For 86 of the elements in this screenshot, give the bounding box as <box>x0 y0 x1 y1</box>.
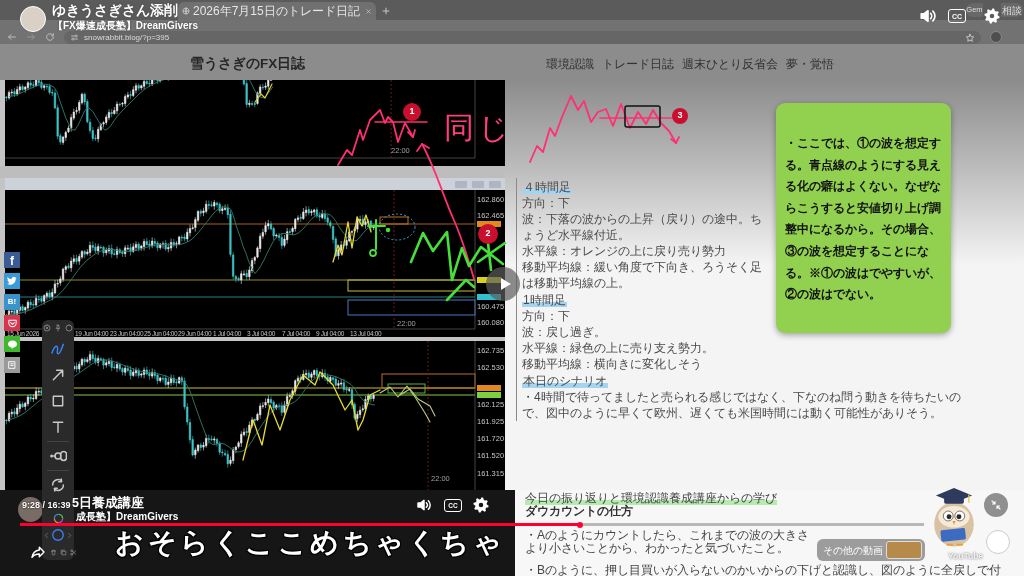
plus-icon[interactable] <box>380 6 391 16</box>
price-zone-rectangle <box>379 216 409 225</box>
color-wheel-icon[interactable] <box>52 512 64 524</box>
cross-stroke <box>476 241 507 272</box>
volume-icon[interactable] <box>919 7 937 25</box>
article-text: 波：下落の波からの上昇（戻り）の途中。ちょうど水平線付近。 <box>522 211 763 243</box>
dot-icon <box>385 227 391 233</box>
document-icon <box>7 360 17 370</box>
address-bar[interactable]: snowrabbit.blog/?p=395 <box>64 31 981 44</box>
section-heading: 今日の振り返りと環境認識養成講座からの学び <box>525 491 777 505</box>
trash-icon[interactable] <box>49 549 57 556</box>
video-time: 9:28 / 16:39 <box>22 500 71 511</box>
assistant-button[interactable]: 相談 <box>1001 3 1023 17</box>
wave-stroke <box>254 83 273 103</box>
share-button[interactable]: B! <box>4 294 20 310</box>
star-icon[interactable] <box>965 32 975 43</box>
article-text: 移動平均線：横向きに変化しそう <box>522 356 702 372</box>
share-button[interactable] <box>4 315 20 331</box>
share-button[interactable] <box>4 336 20 352</box>
handwritten-text: 同じ <box>444 110 513 146</box>
article-text: 水平線：オレンジの上に戻り売り勢力 <box>522 243 726 259</box>
note-text: ・ここでは、①の波を想定する。青点線のようにする見える化の癖はよくない。なぜならこうすると安値切り上げ調整中になるから。その場合、③の波を想定することになる。※①の波はでやすいが、②の波はでない。 <box>785 135 942 304</box>
article-text: ・Aのようにカウントしたら、これまでの波の大きさより小さいことから、わかったと気づいたこと。 <box>525 529 810 554</box>
channel-name: 【FX爆速成長塾】DreamGivers <box>53 20 199 31</box>
share-button[interactable]: f <box>4 252 20 268</box>
section-heading: 本日のシナリオ <box>522 374 608 388</box>
channel-name: 成長塾】DreamGivers <box>76 511 179 522</box>
pocket-icon <box>6 317 18 329</box>
video-title: ゆきうさぎさん添削 <box>52 2 178 19</box>
collapse-icon <box>990 499 1002 511</box>
pen-icon <box>50 341 66 357</box>
article-text: 水平線：緑色の上に売り支え勢力。 <box>522 340 714 356</box>
video-caption: おそらくここめちゃくちゃ <box>115 530 505 556</box>
chevron-left-icon[interactable] <box>43 531 50 539</box>
section-heading: ４時間足 <box>522 180 572 194</box>
article-text: 移動平均線：緩い角度で下向き、ろうそく足は移動平均線の上。 <box>522 259 763 291</box>
article-text: 方向：下 <box>522 308 570 324</box>
dashed-ellipse <box>378 213 416 241</box>
blog-title: 雪うさぎのFX日誌 <box>190 54 306 73</box>
progress-track[interactable] <box>20 523 924 526</box>
globe-icon <box>182 7 190 15</box>
video-title: 5日養成講座 <box>72 496 144 511</box>
close-icon[interactable] <box>43 324 51 332</box>
browser-tab[interactable]: 2026年7月15日のトレード日記 <box>178 2 376 20</box>
wave-stroke <box>332 214 372 263</box>
more-videos-button[interactable]: その他の動画 <box>817 539 925 561</box>
settings-icon[interactable] <box>984 8 1000 24</box>
nav-link[interactable]: 週末ひとり反省会 <box>682 55 778 73</box>
brand-logo-text: YouTube <box>948 551 984 561</box>
pin-icon[interactable] <box>54 324 62 332</box>
profile-avatar[interactable] <box>990 31 1002 43</box>
volume-icon[interactable] <box>416 497 432 513</box>
settings-icon[interactable] <box>473 497 489 513</box>
thumbnail-placeholder <box>886 541 922 559</box>
section-heading: 1時間足 <box>522 293 567 307</box>
drawn-line <box>374 121 428 123</box>
section-subheading: ダウカウントの仕方 <box>525 505 633 518</box>
rotate-icon <box>50 477 66 493</box>
reload-icon[interactable] <box>45 32 55 42</box>
article-text: ・Bのように、押し目買いが入らないのかいからの下げと認識し、図のように全戻しで付 <box>525 564 1001 576</box>
article-text: ・4時間で待ってましたと売られる感じではなく、下なのね問う動きを待ちたいので、図中のように早くて欧州、遅くても米国時間には動く可能性がありそう。 <box>522 389 962 421</box>
scissors-icon[interactable] <box>69 549 77 556</box>
speech-bubble-icon <box>6 338 18 350</box>
scrubber-handle[interactable] <box>577 521 584 528</box>
wave-stroke <box>399 388 436 417</box>
copy-icon[interactable] <box>59 549 67 556</box>
article-text: 波：戻し過ぎ。 <box>522 324 606 340</box>
color-swatch-icon[interactable] <box>51 528 65 542</box>
nav-link[interactable]: 環境認識 <box>546 55 594 73</box>
chevron-right-icon[interactable] <box>66 531 73 539</box>
share-button[interactable] <box>4 357 20 373</box>
rectangle-icon <box>50 393 66 409</box>
back-icon[interactable] <box>7 32 17 42</box>
bird-icon <box>7 276 17 286</box>
nav-link[interactable]: 夢・覚悟 <box>786 55 834 73</box>
nav-link[interactable]: トレード日誌 <box>602 55 674 73</box>
cross-stroke <box>367 219 386 250</box>
arrow-icon <box>50 367 66 383</box>
circle-stroke <box>369 249 377 257</box>
text-tool-icon <box>50 419 66 435</box>
drawn-rectangle <box>624 105 661 128</box>
close-icon[interactable] <box>364 7 372 15</box>
article-text: 方向：下 <box>522 195 570 211</box>
site-settings-icon[interactable] <box>70 33 79 42</box>
share-icon[interactable] <box>30 544 46 560</box>
share-button[interactable] <box>4 273 20 289</box>
